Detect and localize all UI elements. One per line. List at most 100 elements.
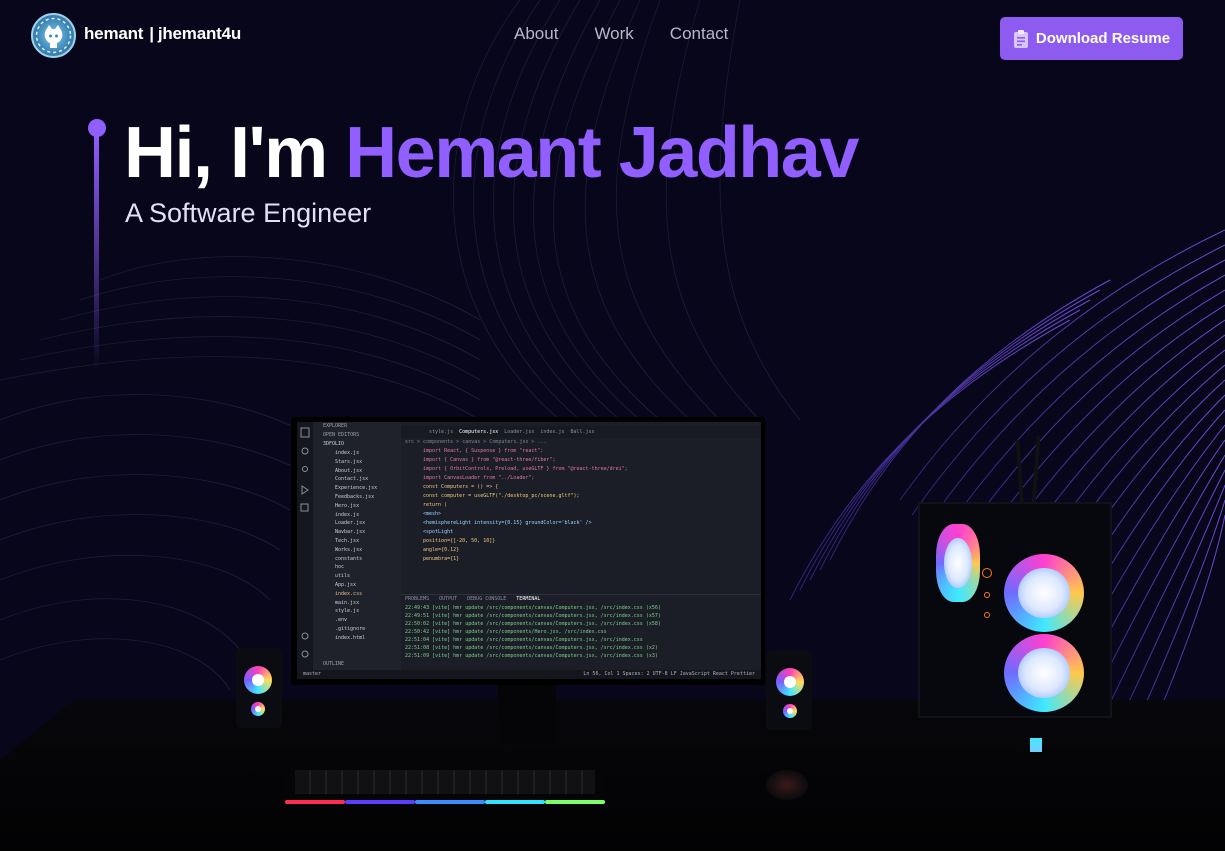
activity-bar	[297, 422, 313, 679]
explorer-file-item: Stars.jsx	[335, 458, 363, 465]
status-left: master	[303, 671, 322, 677]
editor-tab: Loader.jsx	[504, 429, 535, 435]
explorer-file-item: App.jsx	[335, 581, 357, 588]
front-fan-top	[1004, 554, 1084, 632]
terminal-line: 22:49:51 [vite] hmr update /src/componen…	[405, 613, 661, 619]
terminal-panel: PROBLEMS OUTPUT DEBUG CONSOLE TERMINAL 22:4…	[401, 594, 761, 670]
terminal-line: 22:51:08 [vite] hmr update /src/componen…	[405, 645, 658, 651]
explorer-file-item: index.css	[335, 590, 363, 597]
explorer-file-item: utils	[335, 573, 351, 580]
right-speaker	[766, 650, 812, 730]
code-line: return (	[423, 502, 448, 508]
editor-tab: style.js	[429, 429, 454, 435]
hero-accent-line	[94, 132, 99, 372]
explorer-file-item: Hero.jsx	[335, 502, 360, 509]
clipboard-icon	[1013, 29, 1028, 48]
code-editor: src > components > canvas > Computers.js…	[401, 438, 761, 594]
brand-handle: jhemant4u	[157, 24, 242, 43]
panel-tab: PROBLEMS	[405, 596, 430, 602]
nav-links: About Work Contact	[514, 24, 728, 44]
outline-label: OUTLINE	[323, 661, 345, 667]
explorer-file-item: .gitignore	[335, 625, 366, 632]
explorer-file-item: Contact.jsx	[335, 476, 369, 483]
panel-tab: TERMINAL	[516, 596, 541, 602]
explorer-file-item: .env	[335, 617, 348, 624]
code-line: <hemisphereLight intensity={0.15} ground…	[423, 520, 592, 526]
hero-subtitle: A Software Engineer	[125, 198, 372, 228]
desk	[0, 700, 1225, 851]
download-resume-label: Download Resume	[1035, 30, 1171, 47]
editor-tab: index.js	[540, 429, 565, 435]
keyboard	[285, 762, 605, 804]
nav-link-about[interactable]: About	[514, 24, 558, 44]
editor-breadcrumb: src > components > canvas > Computers.js…	[405, 439, 547, 445]
code-line: <mesh>	[423, 511, 442, 517]
explorer-file-item: Navbar.jsx	[335, 529, 366, 536]
code-line: import CanvasLoader from "../Loader";	[423, 475, 535, 481]
hero-name: Hemant Jadhav	[345, 113, 859, 193]
explorer-file-item: About.jsx	[335, 467, 363, 474]
left-speaker	[236, 648, 282, 728]
brand-separator: |	[149, 24, 154, 43]
terminal-line: 22:49:43 [vite] hmr update /src/componen…	[405, 605, 661, 611]
explorer-file-item: hoc	[335, 564, 345, 571]
code-line: import React, { Suspense } from "react";	[423, 448, 544, 454]
file-list: index.js Stars.jsx About.jsx Contact.jsx Exp…	[313, 449, 401, 643]
editor-tab: Computers.jsx	[459, 429, 499, 435]
antenna-right	[1031, 435, 1041, 507]
code-line: const computer = useGLTF("./desktop_pc/s…	[423, 493, 580, 499]
code-line: import { Canvas } from "@react-three/fib…	[423, 457, 556, 463]
explorer-file-item: style.js	[335, 608, 360, 615]
terminal-lines: 22:49:43 [vite] hmr update /src/componen…	[401, 604, 761, 660]
antenna-left	[1015, 439, 1025, 511]
brand-name: hemant	[84, 24, 144, 43]
side-fan	[936, 524, 980, 602]
nav-link-work[interactable]: Work	[594, 24, 633, 44]
usb-led	[984, 592, 990, 598]
panel-tab: DEBUG CONSOLE	[467, 596, 507, 602]
status-right: Ln 56, Col 1 Spaces: 2 UTF-8 LF JavaScri…	[583, 671, 755, 677]
explorer-file-item: constants	[335, 555, 363, 562]
nav-link-contact[interactable]: Contact	[670, 24, 729, 44]
panel-tab: OUTPUT	[439, 596, 458, 602]
explorer-file-item: index.js	[335, 450, 360, 456]
hero-greeting: Hi, I'm	[124, 113, 328, 193]
github-octocat-icon[interactable]	[31, 13, 76, 58]
explorer-file-item: Loader.jsx	[335, 520, 366, 527]
explorer-file-item: Feedbacks.jsx	[335, 493, 375, 500]
project-folder: 3DFOLIO	[323, 441, 345, 447]
explorer-title: EXPLORER	[323, 423, 348, 429]
monitor-stand	[498, 684, 556, 744]
power-led	[982, 568, 992, 578]
mouse	[766, 770, 808, 800]
file-explorer: EXPLORER OPEN EDITORS 3DFOLIO index.js St…	[313, 422, 401, 670]
explorer-file-item: main.jsx	[335, 599, 360, 606]
status-bar: master Ln 56, Col 1 Spaces: 2 UTF-8 LF J…	[297, 670, 761, 679]
audio-led	[984, 612, 990, 618]
editor-tabs: style.js Computers.jsx Loader.jsx index.js B…	[401, 426, 761, 438]
terminal-line: 22:51:09 [vite] hmr update /src/componen…	[405, 653, 658, 659]
code-line: penumbra={1}	[423, 556, 460, 562]
explorer-file-item: Tech.jsx	[335, 537, 360, 544]
explorer-file-item: index.js	[335, 511, 360, 518]
code-line: position={[-20, 50, 10]}	[423, 538, 496, 544]
terminal-line: 22:51:04 [vite] hmr update /src/componen…	[405, 637, 643, 643]
open-editors-label: OPEN EDITORS	[323, 432, 360, 438]
terminal-line: 22:50:42 [vite] hmr update /src/componen…	[405, 629, 607, 635]
code-line: <spotLight	[423, 529, 454, 535]
editor-tab: Ball.jsx	[570, 429, 595, 435]
brand-title[interactable]: hemant | jhemant4u	[84, 24, 241, 44]
download-resume-button[interactable]: Download Resume	[1000, 17, 1183, 60]
explorer-file-item: Experience.jsx	[335, 485, 378, 492]
code-lines: import React, { Suspense } from "react";…	[401, 447, 761, 564]
terminal-line: 22:50:02 [vite] hmr update /src/componen…	[405, 621, 661, 627]
monitor-screen: EXPLORER OPEN EDITORS 3DFOLIO index.js St…	[297, 422, 761, 679]
tower-logo	[1030, 738, 1042, 752]
explorer-file-item: Works.jsx	[335, 546, 363, 553]
panel-tabs: PROBLEMS OUTPUT DEBUG CONSOLE TERMINAL	[401, 595, 761, 604]
explorer-file-item: index.html	[335, 634, 366, 641]
pc-tower	[918, 502, 1112, 718]
hero-title: Hi, I'm Hemant Jadhav	[124, 112, 859, 194]
code-line: angle={0.12}	[423, 547, 460, 553]
code-line: import { OrbitControls, Preload, useGLTF…	[423, 466, 628, 472]
